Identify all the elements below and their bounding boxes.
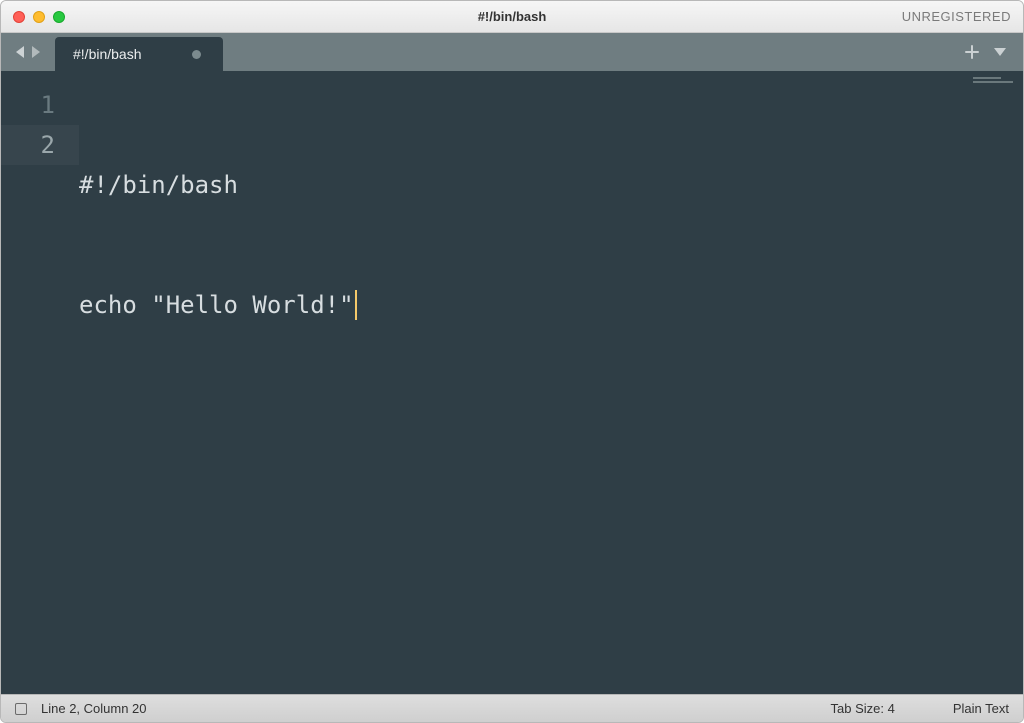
line-number-gutter: 1 2 bbox=[1, 71, 79, 694]
code-text: #!/bin/bash bbox=[79, 165, 238, 205]
minimap-line bbox=[973, 81, 1013, 83]
minimap-line bbox=[973, 77, 1001, 79]
next-tab-button[interactable] bbox=[29, 45, 41, 59]
tab-nav-arrows bbox=[1, 33, 55, 71]
code-line: #!/bin/bash bbox=[79, 165, 967, 205]
traffic-lights bbox=[1, 11, 65, 23]
registration-status: UNREGISTERED bbox=[902, 9, 1011, 24]
tabstrip: #!/bin/bash bbox=[1, 33, 1023, 71]
code-line: echo "Hello World!" bbox=[79, 285, 967, 325]
minimize-window-button[interactable] bbox=[33, 11, 45, 23]
text-cursor bbox=[355, 290, 357, 320]
minimap[interactable] bbox=[967, 71, 1023, 694]
code-content[interactable]: #!/bin/bash echo "Hello World!" bbox=[79, 71, 967, 694]
panel-toggle-icon[interactable] bbox=[15, 703, 27, 715]
tab-label: #!/bin/bash bbox=[73, 46, 142, 62]
statusbar: Line 2, Column 20 Tab Size: 4 Plain Text bbox=[1, 694, 1023, 722]
new-tab-button[interactable] bbox=[965, 45, 979, 59]
maximize-window-button[interactable] bbox=[53, 11, 65, 23]
syntax-indicator[interactable]: Plain Text bbox=[953, 701, 1009, 716]
line-number: 2 bbox=[1, 125, 79, 165]
close-window-button[interactable] bbox=[13, 11, 25, 23]
file-tab[interactable]: #!/bin/bash bbox=[55, 37, 223, 71]
editor-area: 1 2 #!/bin/bash echo "Hello World!" bbox=[1, 71, 1023, 694]
window-title: #!/bin/bash bbox=[1, 9, 1023, 24]
tabstrip-controls bbox=[965, 33, 1023, 71]
prev-tab-button[interactable] bbox=[15, 45, 27, 59]
tab-size-indicator[interactable]: Tab Size: 4 bbox=[831, 701, 895, 716]
tab-menu-button[interactable] bbox=[993, 47, 1007, 57]
line-number: 1 bbox=[1, 85, 79, 125]
cursor-position[interactable]: Line 2, Column 20 bbox=[41, 701, 147, 716]
code-text: echo "Hello World!" bbox=[79, 285, 354, 325]
titlebar: #!/bin/bash UNREGISTERED bbox=[1, 1, 1023, 33]
app-window: #!/bin/bash UNREGISTERED #!/bin/bash bbox=[0, 0, 1024, 723]
unsaved-changes-icon bbox=[192, 50, 201, 59]
